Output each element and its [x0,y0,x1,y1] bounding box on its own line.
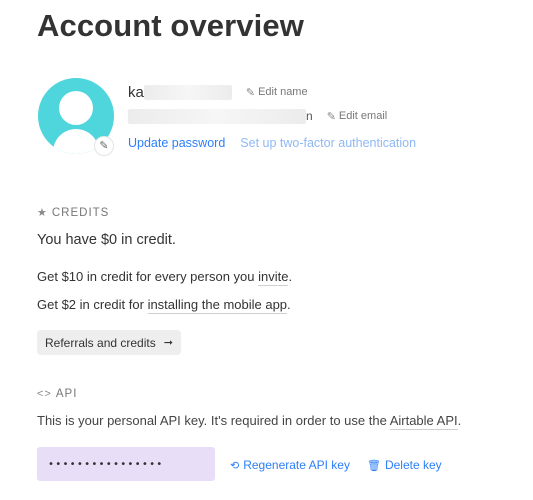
two-factor-link[interactable]: Set up two-factor authentication [240,136,416,150]
invite-prefix: Get $10 in credit for every person you [37,269,259,284]
avatar-edit-pencil-icon[interactable]: ✎ [94,136,114,156]
update-password-link[interactable]: Update password [128,136,225,150]
api-section-label: <> API [37,388,77,400]
mobile-prefix: Get $2 in credit for [37,297,148,312]
pencil-icon: ✎ [326,110,336,123]
refresh-icon: ⟲ [230,459,240,472]
delete-key-button[interactable]: 🗑 Delete key [367,458,442,472]
email-row: n ✎ Edit email [128,106,387,126]
regenerate-api-key-button[interactable]: ⟲ Regenerate API key [230,458,350,472]
page-title: Account overview [37,8,304,43]
invite-credit-line: Get $10 in credit for every person you i… [37,269,293,286]
avatar-container[interactable]: ✎ [38,78,114,156]
code-icon: <> [37,388,52,400]
api-description: This is your personal API key. It's requ… [37,413,462,430]
user-name-redacted [143,84,232,100]
user-email-tail: n [306,109,313,123]
credits-section-label: ★ CREDITS [37,206,110,220]
star-icon: ★ [37,207,48,219]
profile-links: Update password Set up two-factor authen… [128,136,416,150]
avatar-body-shape [53,129,99,154]
avatar-head-shape [59,91,93,125]
regenerate-label: Regenerate API key [243,458,350,472]
invite-suffix: . [288,269,293,284]
api-description-suffix: . [457,413,462,428]
airtable-api-link[interactable]: Airtable API [389,413,458,430]
arrow-right-icon: ➞ [163,337,173,349]
edit-name-link[interactable]: ✎ Edit name [246,86,308,99]
credits-label-text: CREDITS [51,206,110,219]
pencil-icon: ✎ [245,86,256,99]
user-name: ka [128,83,144,101]
edit-email-label: Edit email [338,110,388,122]
credit-balance: You have $0 in credit. [37,232,176,248]
edit-name-label: Edit name [258,86,308,98]
api-label-text: API [55,388,78,400]
mobile-credit-line: Get $2 in credit for installing the mobi… [37,297,291,314]
name-row: ka ✎ Edit name [128,82,308,102]
user-email-redacted [128,108,306,124]
mobile-suffix: . [287,297,291,312]
trash-icon: 🗑 [367,459,381,472]
edit-email-link[interactable]: ✎ Edit email [327,110,388,123]
delete-key-label: Delete key [384,458,442,472]
api-key-field[interactable]: •••••••••••••••• [37,447,215,481]
invite-link[interactable]: invite [258,269,289,286]
api-description-prefix: This is your personal API key. It's requ… [37,413,390,428]
referrals-button-label: Referrals and credits [45,335,156,350]
install-mobile-app-link[interactable]: installing the mobile app [147,297,288,314]
referrals-and-credits-button[interactable]: Referrals and credits ➞ [37,330,181,355]
